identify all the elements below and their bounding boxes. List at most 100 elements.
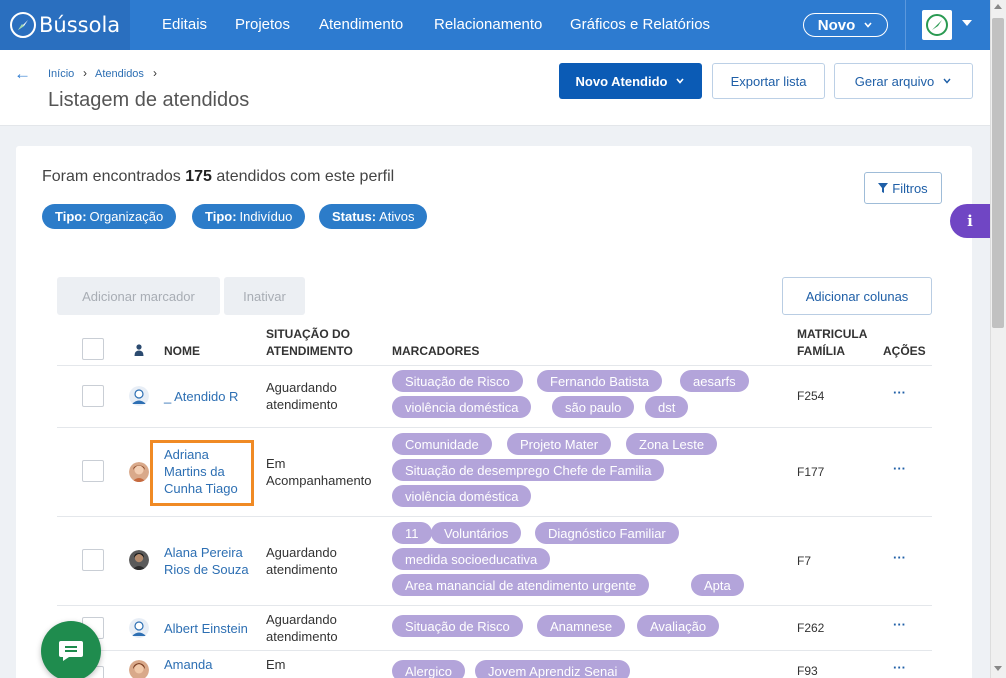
atendido-name-link[interactable]: Rios de Souza [164,561,249,578]
family-id: F262 [797,621,825,635]
marker-tag[interactable]: Situação de Risco [392,615,523,637]
avatar[interactable] [129,550,149,570]
export-list-button[interactable]: Exportar lista [712,63,825,99]
situation-text: Aguardando [266,380,337,395]
atendido-name-link[interactable]: _ Atendido R [164,388,238,405]
header-divider [57,365,932,366]
row-divider [57,650,932,651]
marker-tag[interactable]: Situação de desemprego Chefe de Familia [392,459,665,481]
chat-button[interactable] [41,621,101,678]
marker-tag[interactable]: dst [645,396,689,418]
add-marker-button[interactable]: Adicionar marcador [57,277,220,315]
filter-key: Tipo: [205,209,237,224]
info-icon[interactable]: i [950,204,990,238]
marker-tag[interactable]: Diagnóstico Familiar [535,522,679,544]
row-checkbox[interactable] [82,460,104,482]
row-actions-menu[interactable]: ··· [893,660,906,675]
marker-tag[interactable]: Area manancial de atendimento urgente [392,574,650,596]
row-checkbox[interactable] [82,549,104,571]
filter-pill-status-ativos[interactable]: Status: Ativos [319,204,428,229]
filter-pill-tipo-individuo[interactable]: Tipo: Indivíduo [192,204,306,229]
nav-item-atendimento[interactable]: Atendimento [319,16,403,33]
column-header-family[interactable]: MATRICULA [797,326,867,343]
avatar[interactable] [129,618,149,638]
avatar[interactable] [129,386,149,406]
atendido-name-link[interactable]: Albert Einstein [164,620,248,637]
back-arrow-icon[interactable]: ← [14,64,31,84]
marker-tag[interactable]: Alergico [392,660,465,678]
brand-logo[interactable]: Bússola [0,0,130,50]
column-header-situation[interactable]: SITUAÇÃO DO [266,326,350,343]
summary-suffix: atendidos com este perfil [216,168,395,185]
filters-button[interactable]: Filtros [864,172,942,204]
avatar[interactable] [129,660,149,678]
nav-item-relacionamento[interactable]: Relacionamento [434,16,542,33]
marker-tag[interactable]: Avaliação [637,615,720,637]
nav-item-projetos[interactable]: Projetos [235,16,290,33]
family-id: F7 [797,554,812,568]
nav-item-graficos-relatorios[interactable]: Gráficos e Relatórios [570,16,710,33]
avatar[interactable] [129,462,149,482]
row-actions-menu[interactable]: ··· [893,617,906,632]
situation-text: Em [266,657,286,672]
nav-item-editais[interactable]: Editais [162,16,207,33]
filter-pill-tipo-organizacao[interactable]: Tipo: Organização [42,204,177,229]
organization-avatar[interactable] [922,10,952,40]
marker-tag[interactable]: Zona Leste [626,433,718,455]
row-actions-menu[interactable]: ··· [893,461,906,476]
column-header-actions: AÇÕES [883,344,926,358]
marker-tag[interactable]: violência doméstica [392,396,532,418]
situation-text: Aguardando [266,612,337,627]
marker-tag[interactable]: Projeto Mater [507,433,612,455]
results-summary: Foram encontrados 175 atendidos com este… [42,168,394,186]
marker-tag[interactable]: violência doméstica [392,485,532,507]
situation-text: atendimento [266,397,338,412]
chevron-down-icon [864,22,872,28]
filter-value: Indivíduo [239,209,293,224]
filter-value: Ativos [379,209,415,224]
marker-tag[interactable]: medida socioeducativa [392,548,551,570]
marker-tag[interactable]: aesarfs [680,370,749,392]
column-header-name[interactable]: NOME [164,343,200,360]
marker-tag[interactable]: Jovem Aprendiz Senai [475,660,631,678]
row-actions-menu[interactable]: ··· [893,550,906,565]
marker-tag[interactable]: Anamnese [537,615,626,637]
marker-tag[interactable]: Voluntários [431,522,522,544]
breadcrumb-current[interactable]: Atendidos [95,68,144,80]
navbar-divider [905,0,906,50]
marker-tag[interactable]: Fernando Batista [537,370,663,392]
chevron-down-icon [676,78,685,84]
scroll-down-arrow-icon[interactable] [994,666,1002,671]
column-header-markers[interactable]: MARCADORES [392,343,479,360]
atendido-name-link[interactable]: Alana Pereira [164,544,243,561]
generate-file-button[interactable]: Gerar arquivo [834,63,973,99]
add-columns-button[interactable]: Adicionar colunas [782,277,932,315]
marker-tag[interactable]: 11 [392,522,432,544]
filter-key: Status: [332,209,377,224]
column-header-family[interactable]: FAMÍLIA [797,343,845,360]
breadcrumb-home[interactable]: Início [48,68,74,80]
scrollbar-thumb[interactable] [992,18,1004,328]
marker-tag[interactable]: Apta [691,574,744,596]
family-id: F177 [797,465,825,479]
situation-text: atendimento [266,629,338,644]
marker-tag[interactable]: Comunidade [392,433,492,455]
row-checkbox[interactable] [82,385,104,407]
novo-dropdown-button[interactable]: Novo [803,13,888,37]
family-id: F93 [797,664,818,678]
atendido-name-link[interactable]: Amanda [164,656,212,673]
chevron-down-icon [943,78,951,84]
column-header-situation[interactable]: ATENDIMENTO [266,343,353,360]
summary-prefix: Foram encontrados [42,168,181,185]
chat-bubble-icon [59,641,83,661]
user-menu-caret-icon[interactable] [962,20,972,26]
select-all-checkbox[interactable] [82,338,104,360]
marker-tag[interactable]: Situação de Risco [392,370,523,392]
inactivate-button[interactable]: Inativar [224,277,305,315]
marker-tag[interactable]: são paulo [552,396,635,418]
situation-text: Acompanhamento [266,473,372,488]
scroll-up-arrow-icon[interactable] [994,4,1002,9]
new-atendido-button[interactable]: Novo Atendido [559,63,702,99]
person-icon [134,344,144,356]
row-actions-menu[interactable]: ··· [893,385,906,400]
